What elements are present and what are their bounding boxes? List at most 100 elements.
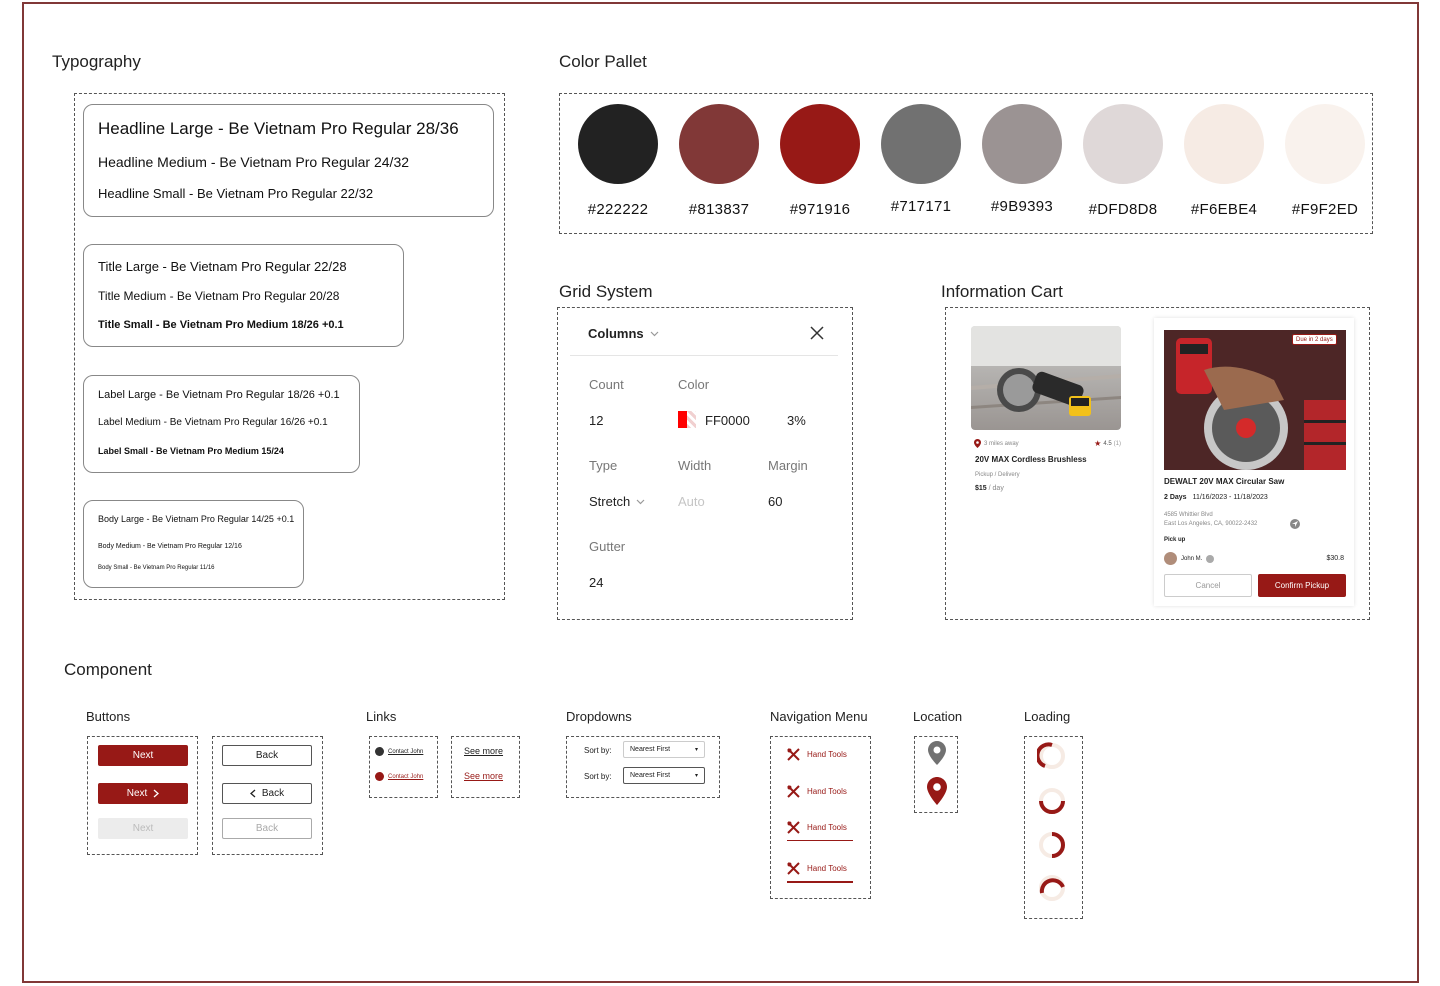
color-swatch: [881, 104, 961, 184]
tools-icon: [787, 785, 800, 798]
sort-select-focused[interactable]: Nearest First ▾: [623, 767, 705, 784]
chevron-left-icon: [249, 789, 256, 798]
type-select[interactable]: Stretch: [589, 494, 645, 509]
caret-down-icon: ▾: [694, 773, 698, 779]
typography-container: Headline Large - Be Vietnam Pro Regular …: [74, 93, 505, 600]
width-label: Width: [678, 458, 712, 473]
chevron-down-icon: [636, 499, 645, 504]
product-price: $15 / day: [975, 485, 1004, 492]
body-medium: Body Medium - Be Vietnam Pro Regular 12/…: [98, 543, 242, 550]
chat-bubble-icon: [375, 772, 384, 781]
color-swatch-label: #222222: [587, 201, 649, 218]
product-card[interactable]: 3 miles away ★ 4.5 (1) 20V MAX Cordless …: [971, 326, 1123, 506]
nav-item-label: Hand Tools: [807, 864, 847, 873]
headline-medium: Headline Medium - Be Vietnam Pro Regular…: [98, 154, 410, 170]
next-button[interactable]: Next: [98, 745, 188, 766]
loading-spinner-icon: [1039, 832, 1065, 858]
margin-label: Margin: [768, 458, 808, 473]
navigation-group: Hand Tools Hand Tools Hand Tools Hand To…: [770, 736, 871, 899]
confirm-pickup-button[interactable]: Confirm Pickup: [1258, 574, 1346, 597]
location-pin-active-icon[interactable]: [927, 777, 947, 805]
total-price: $30.8: [1326, 555, 1344, 562]
rating-count: (1): [1113, 440, 1121, 447]
tools-icon: [787, 821, 800, 834]
price-unit: / day: [988, 485, 1004, 492]
information-cart-title: Information Cart: [941, 282, 1063, 301]
close-icon[interactable]: [810, 326, 824, 340]
filled-buttons-group: Next Next Next: [87, 736, 198, 855]
dropdowns-title: Dropdowns: [566, 709, 632, 724]
price-value: $15: [975, 485, 987, 492]
chevron-right-icon: [153, 789, 160, 798]
color-swatch-label: #9B9393: [990, 198, 1054, 215]
rental-dates: 11/16/2023 - 11/18/2023: [1192, 494, 1268, 501]
location-pin-icon[interactable]: [928, 741, 946, 765]
rental-product-image: [1164, 330, 1346, 470]
information-cart-container: 3 miles away ★ 4.5 (1) 20V MAX Cordless …: [945, 307, 1370, 620]
margin-field[interactable]: 60: [768, 494, 782, 509]
chat-bubble-icon: [375, 747, 384, 756]
columns-label: Columns: [588, 326, 644, 341]
color-swatch: [1083, 104, 1163, 184]
rental-title: DEWALT 20V MAX Circular Saw: [1164, 477, 1285, 486]
grid-system-title: Grid System: [559, 282, 653, 301]
see-more-link[interactable]: See more: [464, 746, 503, 756]
next-button-disabled[interactable]: Next: [98, 818, 188, 839]
typography-title: Typography: [52, 52, 141, 71]
color-swatch-label: #DFD8D8: [1088, 201, 1158, 218]
sort-select[interactable]: Nearest First ▾: [623, 741, 705, 758]
type-value: Stretch: [589, 494, 631, 509]
pickup-label: Pick up: [1164, 537, 1186, 543]
rating-value: 4.5: [1103, 440, 1112, 447]
back-button-disabled[interactable]: Back: [222, 818, 312, 839]
nav-item-hand-tools-selected[interactable]: Hand Tools: [787, 862, 847, 875]
opacity-field[interactable]: 3%: [787, 413, 806, 428]
loading-group: [1024, 736, 1083, 919]
address-line-1: 4585 Whittier Blvd: [1164, 512, 1213, 518]
loading-title: Loading: [1024, 709, 1071, 724]
label-small: Label Small - Be Vietnam Pro Medium 15/2…: [98, 446, 284, 456]
contact-link-active[interactable]: Contact John: [375, 772, 423, 781]
dropdowns-group: Sort by: Nearest First ▾ Sort by: Neares…: [566, 736, 720, 798]
navigation-title: Navigation Menu: [770, 709, 868, 724]
color-swatch-icon[interactable]: [678, 411, 696, 428]
see-more-link-active[interactable]: See more: [464, 771, 503, 781]
nav-item-hand-tools[interactable]: Hand Tools: [787, 748, 847, 761]
columns-dropdown[interactable]: Columns: [588, 326, 659, 341]
back-arrow-button[interactable]: Back: [222, 783, 312, 804]
color-field[interactable]: FF0000: [705, 413, 750, 428]
back-button[interactable]: Back: [222, 745, 312, 766]
product-image: [971, 326, 1121, 430]
cancel-button[interactable]: Cancel: [1164, 574, 1252, 597]
label-medium: Label Medium - Be Vietnam Pro Regular 16…: [98, 417, 328, 428]
chat-icon[interactable]: [1206, 554, 1215, 563]
count-field[interactable]: 12: [589, 413, 603, 428]
next-arrow-button[interactable]: Next: [98, 783, 188, 804]
width-field[interactable]: Auto: [678, 494, 705, 509]
gutter-field[interactable]: 24: [589, 575, 603, 590]
outline-buttons-group: Back Back Back: [212, 736, 323, 855]
chevron-down-icon: [650, 331, 659, 336]
color-swatch: [982, 104, 1062, 184]
count-label: Count: [589, 377, 624, 392]
color-swatch-label: #F9F2ED: [1291, 201, 1359, 218]
nav-item-hand-tools-hover[interactable]: Hand Tools: [787, 785, 847, 798]
gutter-label: Gutter: [589, 539, 626, 554]
distance: 3 miles away: [974, 439, 1019, 448]
nav-item-hand-tools-active[interactable]: Hand Tools: [787, 821, 847, 834]
grid-system-panel: Columns Count Color 12 FF0000 3% Type Wi…: [557, 307, 853, 620]
navigate-icon[interactable]: [1290, 519, 1300, 529]
product-title: 20V MAX Cordless Brushless: [975, 455, 1087, 464]
color-swatch-label: #F6EBE4: [1190, 201, 1258, 218]
location-group: [914, 736, 958, 813]
sort-by-label: Sort by:: [584, 746, 612, 755]
color-swatch-label: #971916: [789, 201, 851, 218]
color-swatch: [780, 104, 860, 184]
product-mode: Pickup / Delivery: [975, 472, 1020, 478]
nav-underline: [787, 840, 853, 841]
contact-link[interactable]: Contact John: [375, 747, 423, 756]
rental-days: 2 Days: [1164, 494, 1187, 501]
color-label: Color: [678, 377, 710, 392]
body-small: Body Small - Be Vietnam Pro Regular 11/1…: [98, 565, 215, 571]
loading-spinner-icon: [1039, 875, 1065, 901]
